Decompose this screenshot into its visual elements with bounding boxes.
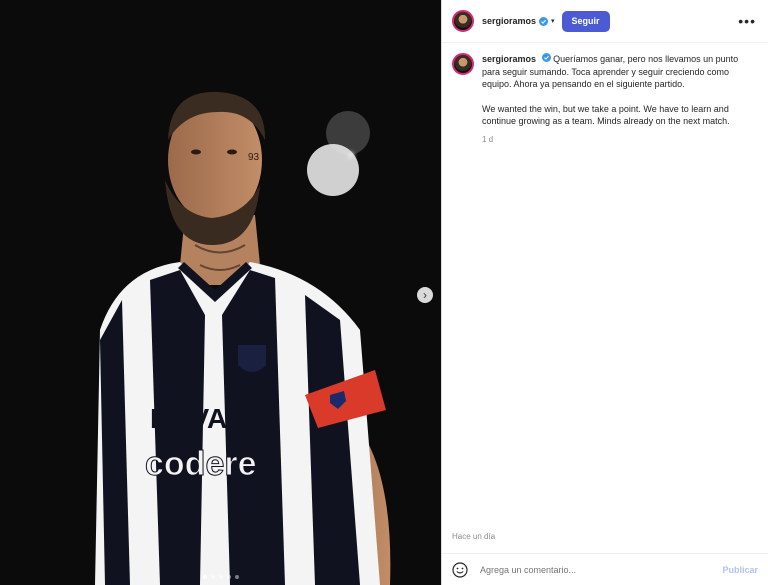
verified-badge-icon [539, 16, 549, 26]
caption-row: sergioramos Queríamos ganar, pero nos ll… [452, 53, 756, 146]
chevron-down-icon[interactable]: ▾ [551, 17, 555, 25]
instagram-post: 93 BBVA codere › sergioramos ▾ Seguir ••… [0, 0, 768, 585]
caption-area: sergioramos Queríamos ganar, pero nos ll… [442, 43, 768, 532]
verified-badge-icon [541, 53, 551, 62]
svg-text:BBVA: BBVA [150, 403, 227, 434]
emoji-icon[interactable] [452, 561, 468, 578]
more-options-icon[interactable]: ••• [738, 13, 756, 29]
post-media[interactable]: 93 BBVA codere › [0, 0, 441, 585]
comment-input[interactable] [478, 563, 723, 576]
next-slide-button[interactable]: › [417, 287, 433, 303]
carousel-dot [210, 575, 215, 579]
avatar[interactable] [452, 10, 474, 32]
svg-text:codere: codere [145, 445, 257, 483]
publish-button[interactable]: Publicar [722, 565, 758, 575]
carousel-dot [234, 575, 239, 579]
post-header: sergioramos ▾ Seguir ••• [442, 0, 768, 43]
svg-text:93: 93 [248, 152, 260, 163]
carousel-dots [0, 575, 441, 579]
post-side-panel: sergioramos ▾ Seguir ••• sergioramos Que… [441, 0, 768, 585]
username-link[interactable]: sergioramos [482, 16, 536, 26]
add-comment-bar: Publicar [442, 553, 768, 585]
post-date: Hace un día [452, 532, 496, 541]
player-photo: 93 BBVA codere [0, 0, 441, 585]
caption-avatar[interactable] [452, 53, 474, 75]
carousel-dot [226, 575, 231, 579]
caption-english: We wanted the win, but we take a point. … [482, 103, 730, 127]
follow-button[interactable]: Seguir [561, 10, 610, 32]
caption-timestamp: 1 d [482, 134, 494, 144]
carousel-dot [202, 575, 207, 579]
carousel-dot [218, 575, 223, 579]
caption-text: sergioramos Queríamos ganar, pero nos ll… [482, 53, 752, 146]
caption-username[interactable]: sergioramos [482, 54, 536, 64]
